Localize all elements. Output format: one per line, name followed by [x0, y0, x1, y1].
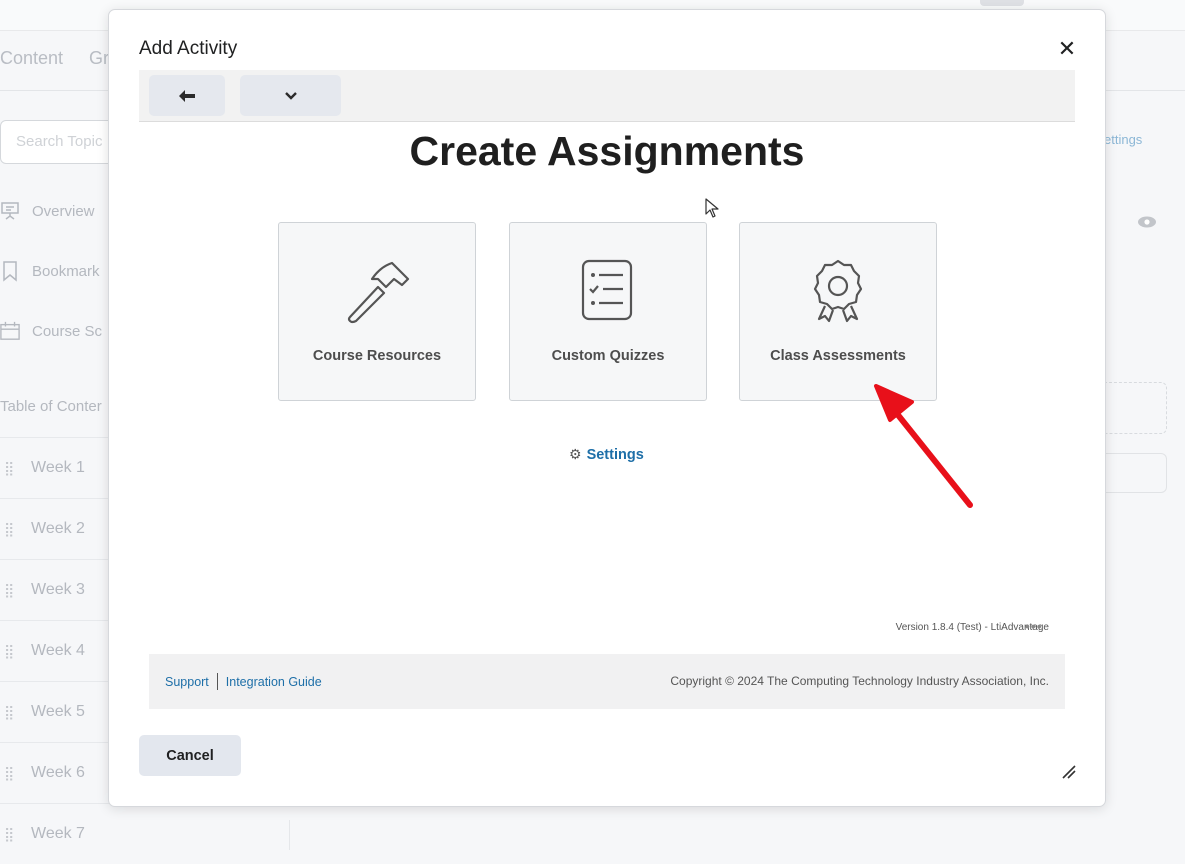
back-button[interactable] — [149, 75, 225, 116]
sidebar-item-overview[interactable]: Overview — [0, 201, 95, 221]
footer-links: Support Integration Guide — [165, 673, 322, 690]
drag-handle-icon[interactable]: ⣿ — [4, 582, 14, 599]
card-label: Course Resources — [312, 348, 442, 364]
eye-icon[interactable] — [1137, 215, 1157, 234]
card-label: Class Assessments — [770, 348, 906, 364]
presentation-icon — [0, 201, 20, 221]
sidebar-label: Course Sc — [32, 322, 103, 340]
gear-icon: ⚙ — [569, 446, 582, 462]
copyright-text: Copyright © 2024 The Computing Technolog… — [670, 674, 1049, 688]
drag-handle-icon[interactable]: ⣿ — [4, 826, 14, 843]
top-bar-button[interactable] — [980, 0, 1024, 6]
tool-toolbar — [139, 70, 1075, 122]
nav-grades[interactable]: Gr — [89, 48, 109, 69]
back-arrow-icon — [179, 89, 195, 102]
annotation-arrow-icon — [860, 370, 990, 520]
dialog-title: Add Activity — [139, 38, 238, 59]
chevron-down-icon — [284, 91, 297, 100]
support-link[interactable]: Support — [165, 675, 209, 689]
tool-footer: Support Integration Guide Copyright © 20… — [149, 654, 1065, 709]
resize-handle-icon[interactable] — [1059, 762, 1077, 780]
more-options-icon[interactable]: ••• — [1025, 618, 1043, 634]
mouse-cursor-icon — [705, 198, 721, 220]
custom-quizzes-card[interactable]: Custom Quizzes — [509, 222, 707, 401]
sidebar-divider — [289, 820, 290, 850]
week-label: Week 1 — [31, 459, 85, 476]
sidebar-label: Bookmark — [32, 262, 100, 280]
settings-label: Settings — [586, 446, 644, 463]
week-label: Week 4 — [31, 642, 85, 659]
hammer-icon — [279, 257, 475, 327]
week-label: Week 3 — [31, 581, 85, 598]
nav-content[interactable]: Content — [0, 48, 63, 69]
week-label: Week 2 — [31, 520, 85, 537]
award-badge-icon — [740, 257, 936, 327]
drag-handle-icon[interactable]: ⣿ — [4, 460, 14, 477]
drop-zone — [1104, 382, 1167, 434]
integration-guide-link[interactable]: Integration Guide — [226, 675, 322, 689]
sidebar-item-course-schedule[interactable]: Course Sc — [0, 321, 102, 341]
page-heading: Create Assignments — [409, 128, 805, 174]
link-separator — [216, 673, 218, 690]
drag-handle-icon[interactable]: ⣿ — [4, 521, 14, 538]
version-text: Version 1.8.4 (Test) - LtiAdvantage — [895, 622, 1049, 633]
bookmark-icon — [0, 261, 20, 282]
week-item[interactable]: ⣿ Week 7 — [0, 803, 290, 864]
course-resources-card[interactable]: Course Resources — [278, 222, 476, 401]
content-box — [1104, 453, 1167, 493]
cancel-button[interactable]: Cancel — [139, 735, 241, 776]
settings-link[interactable]: ⚙ Settings — [569, 446, 644, 463]
dropdown-button[interactable] — [240, 75, 341, 116]
close-icon[interactable]: ✕ — [1054, 36, 1080, 62]
drag-handle-icon[interactable]: ⣿ — [4, 704, 14, 721]
sidebar-label: Overview — [32, 202, 95, 220]
week-label: Week 5 — [31, 703, 85, 720]
settings-link-background[interactable]: ettings — [1104, 132, 1142, 147]
card-label: Custom Quizzes — [551, 348, 665, 364]
checklist-icon — [510, 257, 706, 327]
sidebar-item-bookmarks[interactable]: Bookmark — [0, 261, 100, 282]
week-label: Week 6 — [31, 764, 85, 781]
search-placeholder: Search Topic — [16, 133, 103, 150]
table-of-contents-label: Table of Conter — [0, 398, 102, 415]
calendar-icon — [0, 321, 20, 341]
drag-handle-icon[interactable]: ⣿ — [4, 643, 14, 660]
week-label: Week 7 — [31, 825, 85, 842]
drag-handle-icon[interactable]: ⣿ — [4, 765, 14, 782]
